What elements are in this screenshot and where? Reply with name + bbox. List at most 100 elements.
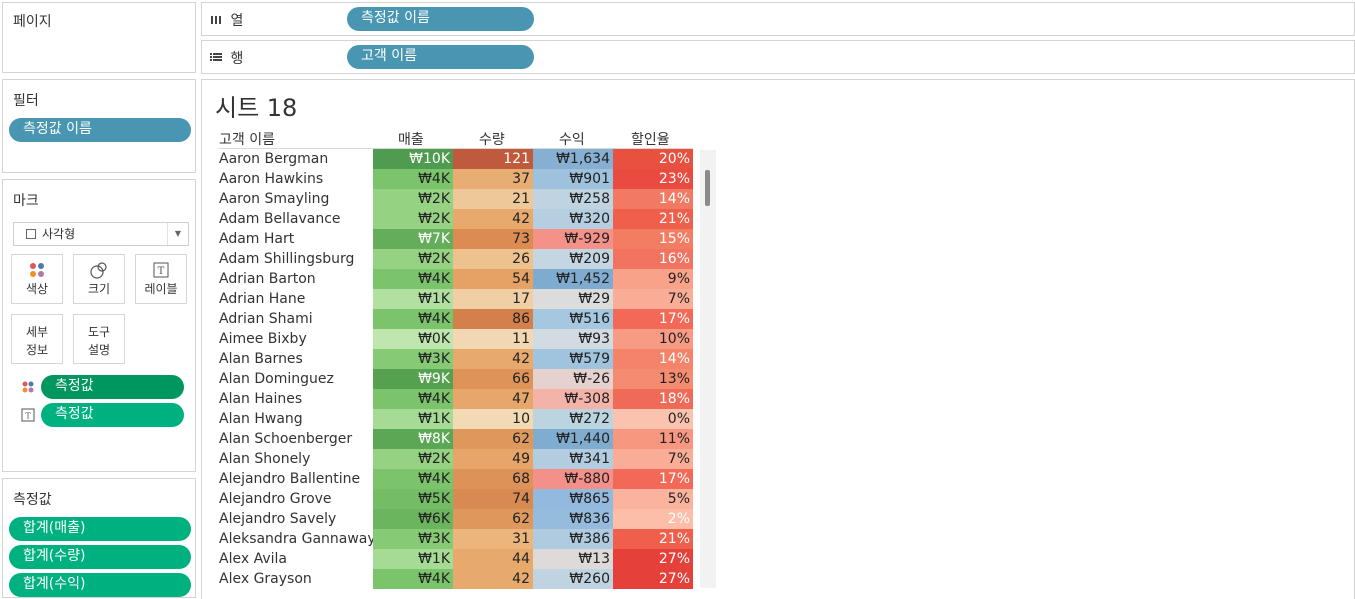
row-label-customer[interactable]: Alan Shonely [219, 449, 310, 469]
cell-sales[interactable]: ₩4K [373, 469, 453, 489]
cell-profit[interactable]: ₩1,440 [533, 429, 613, 449]
cell-sales[interactable]: ₩4K [373, 309, 453, 329]
row-label-customer[interactable]: Adam Shillingsburg [219, 249, 354, 269]
rows-pill-customer-name[interactable]: 고객 이름 [347, 45, 534, 69]
cell-profit[interactable]: ₩29 [533, 289, 613, 309]
row-label-customer[interactable]: Alan Hwang [219, 409, 303, 429]
row-label-customer[interactable]: Alejandro Savely [219, 509, 336, 529]
cell-quantity[interactable]: 62 [453, 429, 533, 449]
cell-profit[interactable]: ₩-308 [533, 389, 613, 409]
cell-quantity[interactable]: 54 [453, 269, 533, 289]
row-label-customer[interactable]: Alan Schoenberger [219, 429, 352, 449]
cell-quantity[interactable]: 31 [453, 529, 533, 549]
cell-sales[interactable]: ₩4K [373, 569, 453, 589]
cell-discount[interactable]: 15% [613, 229, 693, 249]
cell-quantity[interactable]: 49 [453, 449, 533, 469]
mark-type-dropdown[interactable]: 사각형 ▼ [13, 222, 189, 246]
cell-discount[interactable]: 23% [613, 169, 693, 189]
size-button[interactable]: 크기 [73, 254, 125, 304]
cell-discount[interactable]: 5% [613, 489, 693, 509]
cell-quantity[interactable]: 47 [453, 389, 533, 409]
cell-quantity[interactable]: 68 [453, 469, 533, 489]
cell-sales[interactable]: ₩4K [373, 389, 453, 409]
cell-quantity[interactable]: 42 [453, 349, 533, 369]
cell-quantity[interactable]: 66 [453, 369, 533, 389]
row-label-customer[interactable]: Adam Bellavance [219, 209, 341, 229]
cell-discount[interactable]: 16% [613, 249, 693, 269]
cell-quantity[interactable]: 42 [453, 569, 533, 589]
measure-pill-sum-quantity[interactable]: 합계(수량) [9, 545, 191, 569]
cell-discount[interactable]: 10% [613, 329, 693, 349]
cell-profit[interactable]: ₩-929 [533, 229, 613, 249]
measure-pill-sum-profit[interactable]: 합계(수익) [9, 573, 191, 597]
cell-profit[interactable]: ₩-26 [533, 369, 613, 389]
row-label-customer[interactable]: Aaron Hawkins [219, 169, 323, 189]
cell-discount[interactable]: 14% [613, 349, 693, 369]
cell-profit[interactable]: ₩260 [533, 569, 613, 589]
cell-sales[interactable]: ₩8K [373, 429, 453, 449]
row-label-customer[interactable]: Alan Haines [219, 389, 302, 409]
cell-profit[interactable]: ₩93 [533, 329, 613, 349]
cell-discount[interactable]: 13% [613, 369, 693, 389]
row-label-customer[interactable]: Alan Dominguez [219, 369, 334, 389]
cell-profit[interactable]: ₩272 [533, 409, 613, 429]
cell-sales[interactable]: ₩2K [373, 449, 453, 469]
cell-sales[interactable]: ₩3K [373, 529, 453, 549]
cell-profit[interactable]: ₩579 [533, 349, 613, 369]
cell-profit[interactable]: ₩516 [533, 309, 613, 329]
cell-sales[interactable]: ₩4K [373, 269, 453, 289]
cell-quantity[interactable]: 42 [453, 209, 533, 229]
cell-sales[interactable]: ₩2K [373, 189, 453, 209]
row-label-customer[interactable]: Adrian Hane [219, 289, 305, 309]
marks-pill-label-measure-values[interactable]: 측정값 [41, 403, 184, 427]
cell-discount[interactable]: 21% [613, 209, 693, 229]
col-header-profit[interactable]: 수익 [559, 129, 585, 149]
label-button[interactable]: T 레이블 [135, 254, 187, 304]
row-label-customer[interactable]: Adam Hart [219, 229, 294, 249]
row-label-customer[interactable]: Adrian Shami [219, 309, 313, 329]
detail-button[interactable]: 세부 정보 [11, 314, 63, 364]
cell-sales[interactable]: ₩10K [373, 149, 453, 169]
cell-sales[interactable]: ₩2K [373, 249, 453, 269]
cell-profit[interactable]: ₩320 [533, 209, 613, 229]
col-header-sales[interactable]: 매출 [398, 129, 424, 149]
cell-profit[interactable]: ₩13 [533, 549, 613, 569]
cell-sales[interactable]: ₩7K [373, 229, 453, 249]
row-label-customer[interactable]: Aimee Bixby [219, 329, 307, 349]
cell-profit[interactable]: ₩836 [533, 509, 613, 529]
row-label-customer[interactable]: Alex Grayson [219, 569, 312, 589]
cell-discount[interactable]: 18% [613, 389, 693, 409]
cell-quantity[interactable]: 26 [453, 249, 533, 269]
cell-quantity[interactable]: 73 [453, 229, 533, 249]
columns-pill-measure-names[interactable]: 측정값 이름 [347, 7, 534, 31]
cell-profit[interactable]: ₩865 [533, 489, 613, 509]
filter-pill-measure-names[interactable]: 측정값 이름 [9, 118, 191, 142]
tooltip-button[interactable]: 도구 설명 [73, 314, 125, 364]
cell-quantity[interactable]: 17 [453, 289, 533, 309]
cell-profit[interactable]: ₩1,634 [533, 149, 613, 169]
cell-discount[interactable]: 21% [613, 529, 693, 549]
cell-sales[interactable]: ₩3K [373, 349, 453, 369]
cell-profit[interactable]: ₩901 [533, 169, 613, 189]
col-header-quantity[interactable]: 수량 [479, 129, 505, 149]
cell-quantity[interactable]: 21 [453, 189, 533, 209]
row-label-customer[interactable]: Alejandro Ballentine [219, 469, 360, 489]
cell-quantity[interactable]: 44 [453, 549, 533, 569]
cell-discount[interactable]: 7% [613, 449, 693, 469]
row-label-customer[interactable]: Alan Barnes [219, 349, 303, 369]
row-label-customer[interactable]: Aleksandra Gannaway [219, 529, 376, 549]
cell-discount[interactable]: 27% [613, 569, 693, 589]
cell-sales[interactable]: ₩6K [373, 509, 453, 529]
cell-sales[interactable]: ₩1K [373, 289, 453, 309]
cell-sales[interactable]: ₩5K [373, 489, 453, 509]
cell-quantity[interactable]: 10 [453, 409, 533, 429]
cell-discount[interactable]: 9% [613, 269, 693, 289]
rows-shelf[interactable]: 행 고객 이름 [201, 40, 1355, 74]
vertical-scrollbar[interactable] [700, 150, 716, 588]
scrollbar-thumb[interactable] [705, 170, 710, 206]
cell-quantity[interactable]: 86 [453, 309, 533, 329]
row-label-customer[interactable]: Aaron Smayling [219, 189, 329, 209]
cell-sales[interactable]: ₩4K [373, 169, 453, 189]
columns-shelf[interactable]: 열 측정값 이름 [201, 2, 1355, 36]
color-button[interactable]: 색상 [11, 254, 63, 304]
